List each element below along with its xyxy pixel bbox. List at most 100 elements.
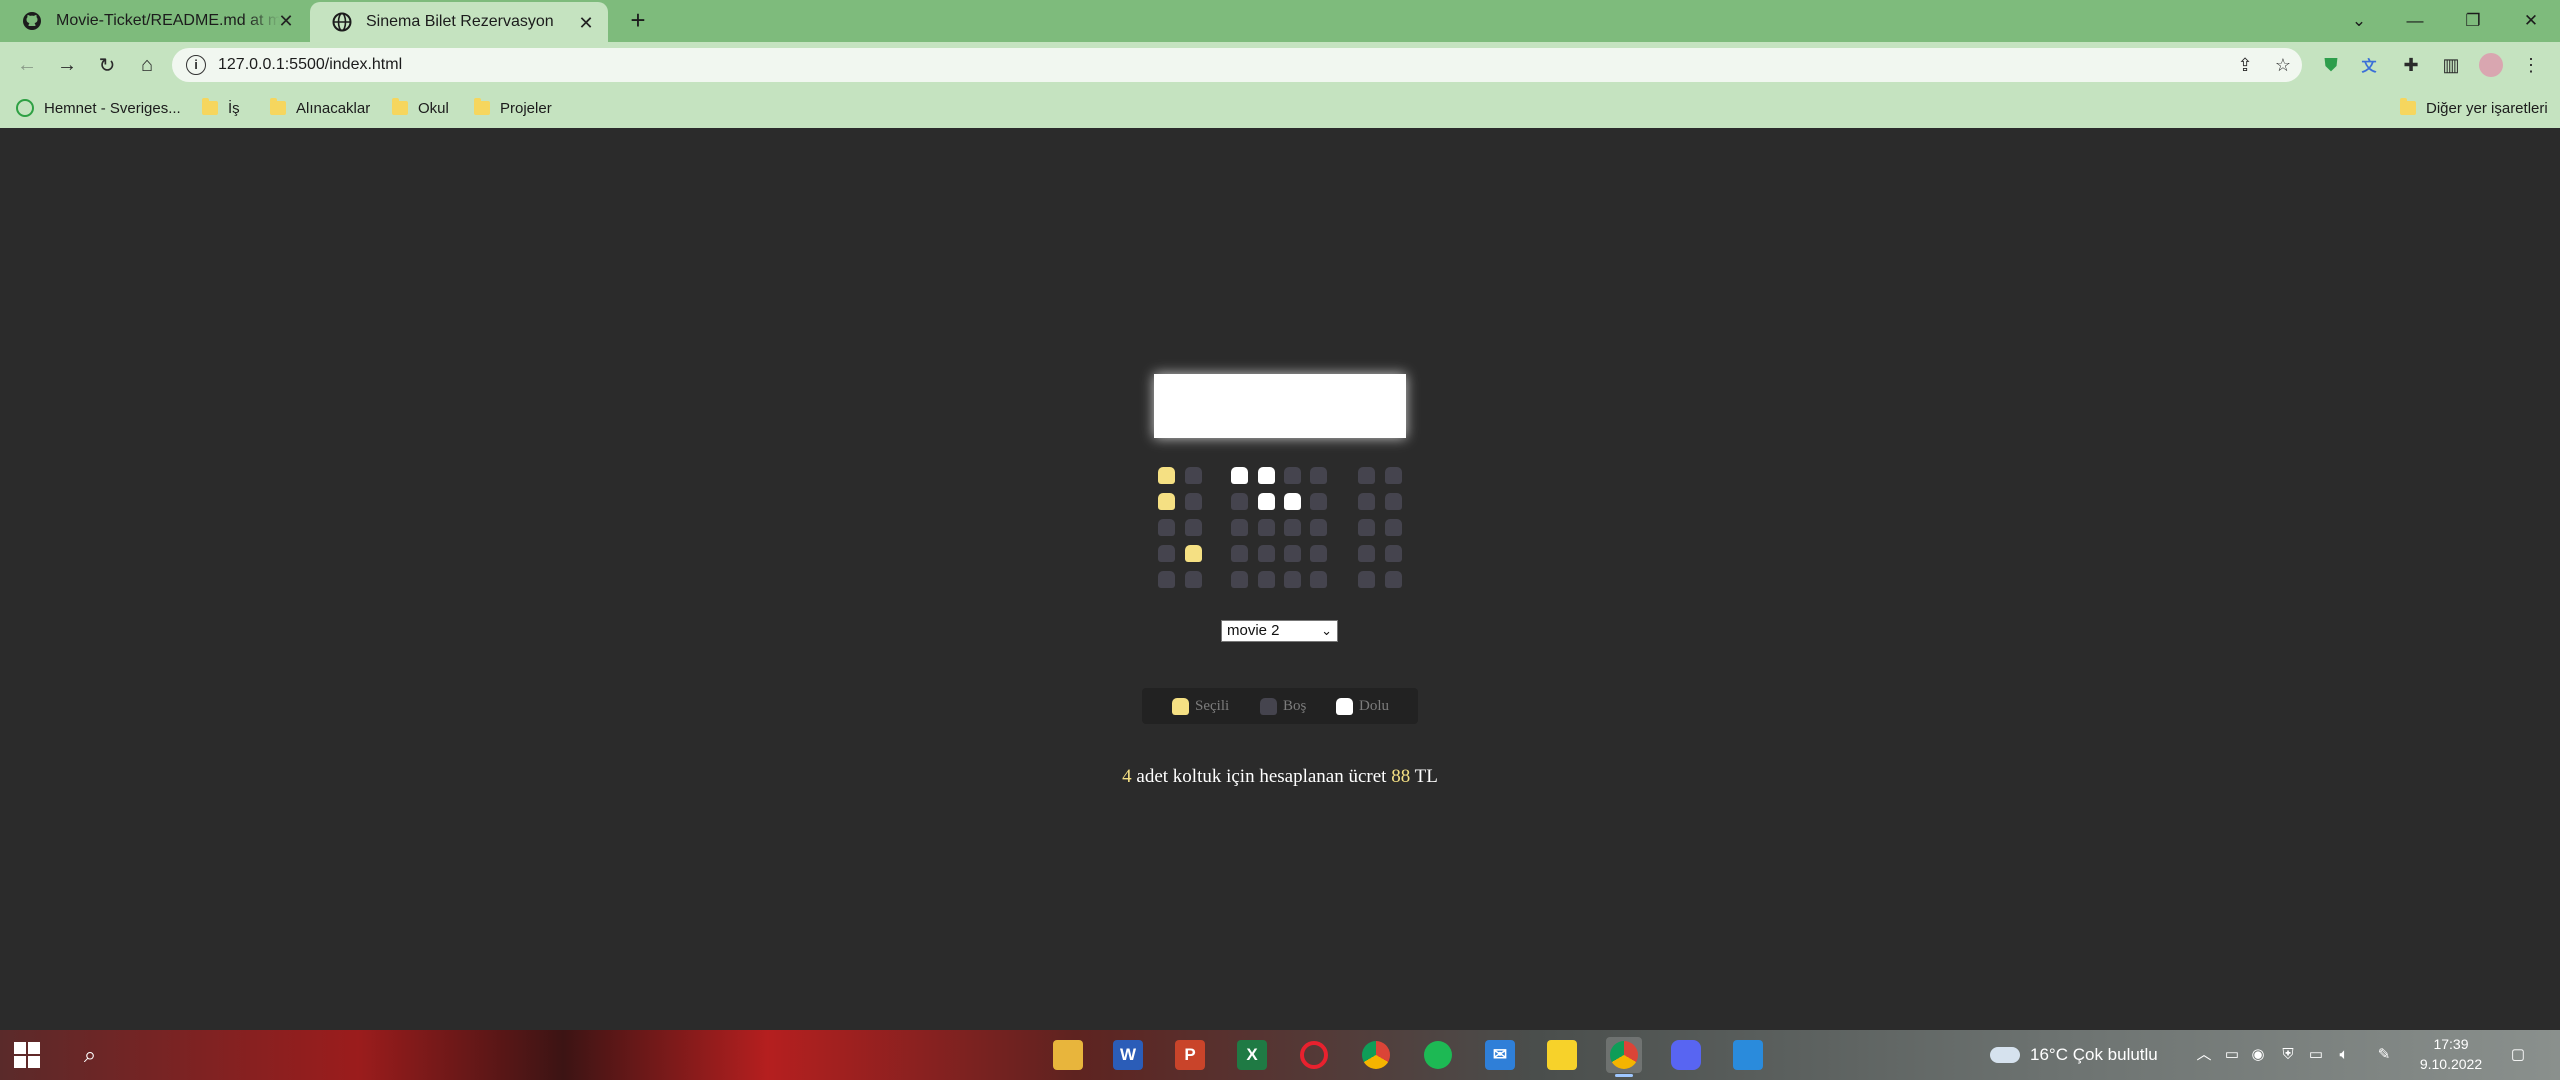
legend-item-occupied: Dolu — [1336, 697, 1389, 715]
seat-empty[interactable] — [1158, 571, 1175, 588]
seat-empty[interactable] — [1185, 571, 1202, 588]
sticky-notes-icon[interactable] — [1544, 1037, 1580, 1073]
seat-empty[interactable] — [1310, 545, 1327, 562]
bookmark-star-icon[interactable]: ☆ — [2270, 52, 2296, 78]
chrome-active-icon[interactable] — [1606, 1037, 1642, 1077]
clock[interactable]: 17:39 9.10.2022 — [2406, 1034, 2496, 1074]
home-button[interactable]: ⌂ — [132, 50, 162, 80]
seat-empty[interactable] — [1258, 571, 1275, 588]
extensions-puzzle-icon[interactable]: ✚ — [2398, 52, 2424, 78]
legend-item-empty: Boş — [1260, 697, 1306, 715]
seat-empty[interactable] — [1358, 519, 1375, 536]
search-icon[interactable]: ⌕ — [78, 1043, 102, 1067]
tab-sinema-bilet[interactable]: Sinema Bilet Rezervasyon ✕ — [310, 2, 608, 42]
seat-empty[interactable] — [1284, 519, 1301, 536]
seat-empty[interactable] — [1310, 571, 1327, 588]
site-info-icon[interactable]: i — [186, 55, 206, 75]
reload-button[interactable]: ↻ — [92, 50, 122, 80]
shield-extension-icon[interactable]: ⛊ — [2318, 52, 2344, 78]
restore-button[interactable]: ❐ — [2448, 0, 2498, 42]
seat-empty[interactable] — [1358, 467, 1375, 484]
seat-empty[interactable] — [1385, 545, 1402, 562]
notifications-icon[interactable]: ▢ — [2508, 1045, 2528, 1065]
share-icon[interactable]: ⇪ — [2232, 52, 2258, 78]
seat-empty[interactable] — [1158, 545, 1175, 562]
weather-widget[interactable]: 16°C Çok bulutlu — [1990, 1030, 2158, 1080]
seat-selected[interactable] — [1158, 467, 1175, 484]
translate-extension-icon[interactable]: 文 — [2356, 52, 2382, 78]
seat-empty[interactable] — [1231, 519, 1248, 536]
seat-empty[interactable] — [1231, 493, 1248, 510]
seat-empty[interactable] — [1258, 519, 1275, 536]
folder-icon — [202, 98, 218, 115]
back-button[interactable]: ← — [12, 50, 42, 80]
seat-empty[interactable] — [1385, 467, 1402, 484]
close-window-button[interactable]: ✕ — [2506, 0, 2556, 42]
camera-icon[interactable]: ◉ — [2248, 1045, 2268, 1065]
file-explorer-icon[interactable] — [1050, 1037, 1086, 1073]
minimize-button[interactable]: — — [2390, 0, 2440, 42]
meet-now-icon[interactable]: ▭ — [2222, 1045, 2242, 1065]
seat-empty[interactable] — [1310, 467, 1327, 484]
seat-empty[interactable] — [1258, 545, 1275, 562]
movie-select[interactable]: movie 2 ⌄ — [1221, 620, 1338, 642]
menu-kebab-icon[interactable]: ⋮ — [2518, 52, 2544, 78]
seat-empty[interactable] — [1385, 571, 1402, 588]
forward-button[interactable]: → — [52, 50, 82, 80]
security-icon[interactable]: ⛨ — [2278, 1045, 2298, 1065]
bookmark-alinacaklar[interactable]: Alınacaklar — [270, 98, 370, 118]
new-tab-button[interactable]: + — [624, 7, 652, 35]
seat-empty[interactable] — [1284, 571, 1301, 588]
seat-selected[interactable] — [1185, 545, 1202, 562]
mail-icon[interactable]: ✉ — [1482, 1037, 1518, 1073]
bookmark-hemnet[interactable]: Hemnet - Sveriges... — [16, 98, 181, 118]
pen-icon[interactable]: ✎ — [2374, 1045, 2394, 1065]
bookmark-okul[interactable]: Okul — [392, 98, 449, 118]
seat-empty[interactable] — [1358, 571, 1375, 588]
excel-icon[interactable]: X — [1234, 1037, 1270, 1073]
seat-empty[interactable] — [1158, 519, 1175, 536]
bookmark-projeler[interactable]: Projeler — [474, 98, 552, 118]
seat-selected[interactable] — [1158, 493, 1175, 510]
windows-taskbar: ⌕ W P X ✉ 16°C Çok bulutlu ︿ ▭ ◉ ⛨ ▭ 🔈︎ … — [0, 1030, 2560, 1080]
powerpoint-icon[interactable]: P — [1172, 1037, 1208, 1073]
windows-start-icon[interactable] — [14, 1042, 40, 1068]
seat-empty[interactable] — [1358, 493, 1375, 510]
seat-occupied — [1284, 493, 1301, 510]
close-icon[interactable]: ✕ — [576, 13, 596, 33]
tab-github-readme[interactable]: Movie-Ticket/README.md at ma ✕ — [0, 0, 308, 42]
seat-empty[interactable] — [1358, 545, 1375, 562]
seat-empty[interactable] — [1185, 493, 1202, 510]
seat-empty[interactable] — [1385, 493, 1402, 510]
side-panel-icon[interactable]: ▥ — [2438, 52, 2464, 78]
seat-empty[interactable] — [1284, 467, 1301, 484]
chrome-icon[interactable] — [1358, 1037, 1394, 1073]
bookmark-label: Hemnet - Sveriges... — [44, 99, 181, 117]
opera-icon[interactable] — [1296, 1037, 1332, 1073]
seat-empty[interactable] — [1231, 571, 1248, 588]
network-icon[interactable]: ▭ — [2306, 1045, 2326, 1065]
close-icon[interactable]: ✕ — [276, 11, 296, 31]
cloud-icon — [1990, 1047, 2020, 1063]
seat-empty-icon — [1260, 697, 1277, 715]
page-viewport: movie 2 ⌄ Seçili Boş Dolu 4 adet koltuk … — [0, 128, 2560, 1030]
bookmark-other-folder[interactable]: Diğer yer işaretleri — [2400, 98, 2548, 118]
word-icon[interactable]: W — [1110, 1037, 1146, 1073]
address-bar[interactable]: i 127.0.0.1:5500/index.html ⇪ ☆ — [172, 48, 2302, 82]
avatar[interactable] — [2478, 52, 2504, 78]
vscode-icon[interactable] — [1730, 1037, 1766, 1073]
discord-icon[interactable] — [1668, 1037, 1704, 1073]
seat-empty[interactable] — [1284, 545, 1301, 562]
seat-empty[interactable] — [1310, 493, 1327, 510]
seat-empty[interactable] — [1385, 519, 1402, 536]
tab-search-chevron-icon[interactable]: ⌄ — [2334, 0, 2384, 42]
bookmark-is[interactable]: İş — [202, 98, 240, 118]
volume-icon[interactable]: 🔈︎ — [2334, 1045, 2354, 1065]
chevron-up-icon[interactable]: ︿ — [2194, 1045, 2214, 1065]
seat-empty[interactable] — [1310, 519, 1327, 536]
seat-empty[interactable] — [1185, 519, 1202, 536]
seat-empty[interactable] — [1231, 545, 1248, 562]
url-text: 127.0.0.1:5500/index.html — [218, 56, 403, 73]
seat-empty[interactable] — [1185, 467, 1202, 484]
spotify-icon[interactable] — [1420, 1037, 1456, 1073]
